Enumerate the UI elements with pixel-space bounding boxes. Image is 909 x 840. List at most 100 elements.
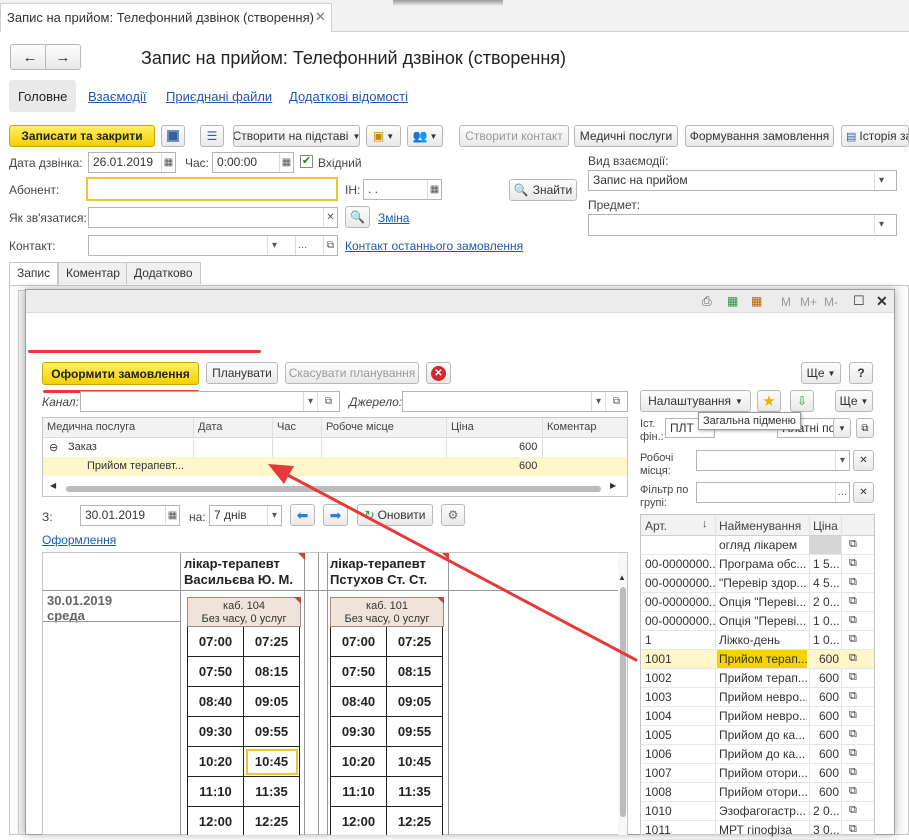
time-slot[interactable]: 12:25 xyxy=(244,807,300,835)
chevron-down-icon[interactable]: ▾ xyxy=(874,171,888,190)
list-button[interactable]: ☰ xyxy=(200,125,224,147)
scroll-up-icon[interactable]: ▲ xyxy=(618,573,626,582)
time-slot[interactable]: 12:25 xyxy=(387,807,443,835)
time-slot[interactable]: 11:35 xyxy=(387,777,443,807)
catalog-row[interactable]: 00-0000000... Опція "Переві... 2 0... ⧉ xyxy=(641,593,874,612)
tab-interactions[interactable]: Взаємодії xyxy=(88,89,146,104)
open-icon[interactable]: ⧉ xyxy=(849,633,857,646)
doctor-2-header[interactable]: лікар-терапевт Пстухов Ст. Ст. xyxy=(330,556,448,588)
tab-comment[interactable]: Коментар xyxy=(58,262,128,284)
col-price[interactable]: Ціна xyxy=(451,421,474,433)
time-slot[interactable]: 08:40 xyxy=(331,687,387,717)
time-slot[interactable]: 07:00 xyxy=(188,627,244,657)
save-close-button[interactable]: Записати та закрити xyxy=(9,125,155,147)
order-button[interactable]: Оформити замовлення xyxy=(42,362,199,385)
time-slot[interactable]: 09:30 xyxy=(188,717,244,747)
catalog-row[interactable]: 00-0000000... Опція "Переві... 1 0... ⧉ xyxy=(641,612,874,631)
scroll-left-icon[interactable]: ◀ xyxy=(50,481,56,490)
incoming-checkbox[interactable]: ✔ xyxy=(300,155,313,168)
catalog-row[interactable]: 1010 Эзофагогастр... 2 0... ⧉ xyxy=(641,802,874,821)
doctor-1-header[interactable]: лікар-терапевт Васильєва Ю. М. xyxy=(184,556,304,588)
registration-link[interactable]: Оформлення xyxy=(42,533,116,547)
chevron-down-icon[interactable]: ▾ xyxy=(267,236,281,255)
contact-how-input[interactable]: ✕ xyxy=(88,207,338,228)
forward-button[interactable]: → xyxy=(45,44,81,70)
open-icon[interactable]: ⧉ xyxy=(849,614,857,627)
calendar-icon[interactable]: ▦ xyxy=(751,294,762,308)
scroll-thumb[interactable] xyxy=(620,587,626,817)
time-slot[interactable]: 07:25 xyxy=(244,627,300,657)
tab-extra-info[interactable]: Додаткові відомості xyxy=(289,89,408,104)
catalog-row[interactable]: 1006 Прийом до ка... 600 ⧉ xyxy=(641,745,874,764)
catalog-row[interactable]: огляд лікарем ⧉ xyxy=(641,536,874,555)
chevron-down-icon[interactable]: ▾ xyxy=(267,506,281,525)
time-slot[interactable]: 09:55 xyxy=(244,717,300,747)
col-art[interactable]: Арт. xyxy=(645,519,667,533)
history-button[interactable]: ▤ Історія за xyxy=(841,125,909,147)
time-slot[interactable]: 12:00 xyxy=(331,807,387,835)
chevron-down-icon[interactable]: ▾ xyxy=(303,392,317,411)
time-slot[interactable]: 08:40 xyxy=(188,687,244,717)
grid-hscrollbar[interactable]: ◀ ▶ xyxy=(50,481,620,493)
col-time[interactable]: Час xyxy=(277,421,296,433)
refresh-button[interactable]: ↻ Оновити xyxy=(357,504,433,526)
more-icon[interactable]: … xyxy=(295,236,309,255)
more-icon[interactable]: … xyxy=(835,483,849,502)
open-icon[interactable]: ⧉ xyxy=(849,690,857,703)
open-icon[interactable]: ⧉ xyxy=(849,709,857,722)
catalog-row[interactable]: 1011 МРТ гіпофіза 3 0... ⧉ xyxy=(641,821,874,840)
chevron-down-icon[interactable]: ▾ xyxy=(591,392,605,411)
time-slot[interactable]: 08:15 xyxy=(244,657,300,687)
col-price[interactable]: Ціна xyxy=(813,519,838,533)
channel-input[interactable]: ▾ ⧉ xyxy=(80,391,340,412)
time-slot[interactable]: 11:35 xyxy=(244,777,300,807)
time-slot[interactable]: 10:45 xyxy=(387,747,443,777)
tab-additional[interactable]: Додатково xyxy=(126,262,201,284)
time-slot[interactable]: 09:05 xyxy=(244,687,300,717)
schedule-vscrollbar[interactable]: ▲ xyxy=(618,553,627,835)
open-icon[interactable]: ⧉ xyxy=(849,671,857,684)
time-slot[interactable]: 07:25 xyxy=(387,627,443,657)
create-contact-button[interactable]: Створити контакт xyxy=(459,125,569,147)
time-slot[interactable]: 07:50 xyxy=(188,657,244,687)
close-dialog-icon[interactable]: ✕ xyxy=(876,293,888,310)
time-input[interactable]: 0:00:00 ▦ xyxy=(212,152,294,173)
maximize-icon[interactable]: ☐ xyxy=(853,293,865,309)
col-service[interactable]: Медична послуга xyxy=(47,421,135,433)
sort-down-icon[interactable]: ↓ xyxy=(702,518,708,530)
save-button[interactable] xyxy=(161,125,185,147)
open-icon[interactable]: ⧉ xyxy=(317,392,339,411)
tab-attached-files[interactable]: Приєднані файли xyxy=(166,89,272,104)
in-input[interactable]: . . ▦ xyxy=(363,179,442,200)
find-button[interactable]: 🔍 Знайти xyxy=(509,179,577,201)
contact-input[interactable]: ▾ … ⧉ xyxy=(88,235,338,256)
memory-button[interactable]: M xyxy=(781,295,791,309)
catalog-row[interactable]: 1004 Прийом невро... 600 ⧉ xyxy=(641,707,874,726)
clear-icon[interactable]: ✕ xyxy=(323,208,337,227)
col-name[interactable]: Найменування xyxy=(719,519,801,533)
last-order-link[interactable]: Контакт останнього замовлення xyxy=(345,239,523,253)
catalog-row[interactable]: 00-0000000... Програма обс... 1 5... ⧉ xyxy=(641,555,874,574)
back-button[interactable]: ← xyxy=(10,44,50,70)
cancel-plan-button[interactable]: Скасувати планування xyxy=(285,362,419,384)
print-button[interactable]: ▣ ▼ xyxy=(366,125,401,147)
time-slot[interactable]: 09:30 xyxy=(331,717,387,747)
open-icon[interactable]: ⧉ xyxy=(849,823,857,836)
time-slot[interactable]: 11:10 xyxy=(188,777,244,807)
search-button[interactable]: 🔍 xyxy=(345,206,370,228)
calendar-icon[interactable]: ▦ xyxy=(161,153,175,172)
more-button[interactable]: Ще ▼ xyxy=(801,362,841,384)
open-icon[interactable]: ⧉ xyxy=(849,766,857,779)
export-button[interactable]: ⇩ xyxy=(790,390,814,412)
call-date-input[interactable]: 26.01.2019 ▦ xyxy=(88,152,176,173)
memory-minus-button[interactable]: M- xyxy=(824,295,838,309)
fin-source-open[interactable]: ⧉ xyxy=(856,418,874,438)
open-icon[interactable]: ⧉ xyxy=(849,538,857,551)
col-date[interactable]: Дата xyxy=(198,421,222,433)
panel-more-button[interactable]: Ще ▼ xyxy=(835,390,873,412)
time-slot[interactable]: 09:05 xyxy=(387,687,443,717)
tab-record[interactable]: Запис xyxy=(9,262,59,286)
from-date-input[interactable]: 30.01.2019 ▦ xyxy=(80,505,180,526)
catalog-row[interactable]: 1005 Прийом до ка... 600 ⧉ xyxy=(641,726,874,745)
group-filter-clear[interactable]: ✕ xyxy=(853,482,874,503)
